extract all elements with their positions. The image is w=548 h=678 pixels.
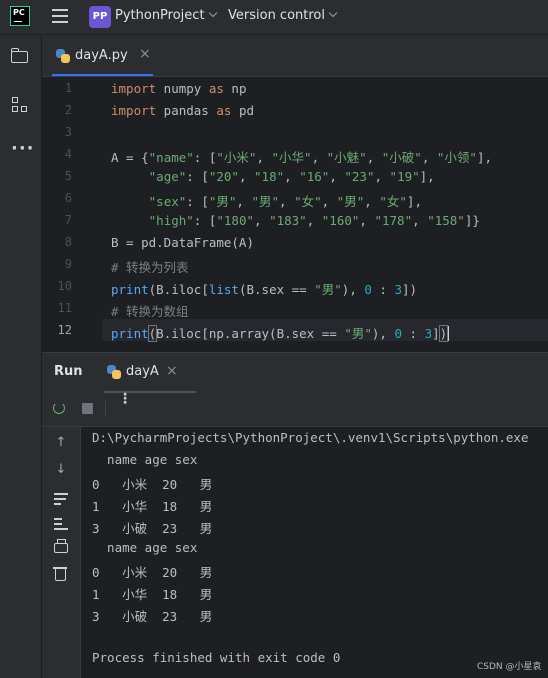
python-file-icon bbox=[56, 49, 70, 63]
console-line: name age sex bbox=[92, 540, 198, 555]
console-line: 1 小华 18 男 bbox=[92, 587, 213, 602]
line-number: 10 bbox=[57, 279, 72, 293]
line-number: 9 bbox=[64, 257, 72, 271]
line-number: 3 bbox=[64, 125, 72, 139]
line-number: 5 bbox=[64, 169, 72, 183]
code-line: # 转换为数组 bbox=[111, 304, 189, 319]
code-line-current: print(B.iloc[np.array(B.sex == "男"), 0 :… bbox=[111, 325, 449, 342]
main-menu-icon[interactable] bbox=[52, 9, 68, 23]
run-tab-dayA[interactable]: dayA × bbox=[104, 353, 196, 393]
up-arrow-icon[interactable]: ↑ bbox=[53, 435, 69, 450]
console-line: D:\PycharmProjects\PythonProject\.venv1\… bbox=[92, 430, 529, 445]
version-control-label: Version control bbox=[228, 8, 325, 23]
run-title: Run bbox=[54, 364, 83, 379]
console-line-exit: Process finished with exit code 0 bbox=[92, 650, 341, 665]
tab-filename: dayA.py bbox=[75, 48, 128, 63]
close-tab-icon[interactable]: × bbox=[139, 46, 151, 62]
close-run-tab-icon[interactable]: × bbox=[166, 363, 178, 379]
scroll-to-end-icon[interactable] bbox=[54, 518, 68, 530]
down-arrow-icon[interactable]: ↓ bbox=[53, 462, 69, 477]
console-line: name age sex bbox=[92, 452, 198, 467]
code-line: A = {"name": ["小米", "小华", "小魅", "小破", "小… bbox=[111, 150, 492, 165]
console-line: 0 小米 20 男 bbox=[92, 565, 213, 580]
console-line: 3 小破 23 男 bbox=[92, 521, 213, 536]
line-number: 7 bbox=[64, 213, 72, 227]
structure-icon[interactable] bbox=[11, 97, 30, 116]
text-caret bbox=[447, 326, 449, 341]
watermark: CSDN @小星袁 bbox=[477, 662, 542, 672]
line-number: 8 bbox=[64, 235, 72, 249]
code-line: B = pd.DataFrame(A) bbox=[111, 235, 254, 250]
line-number-current: 12 bbox=[57, 323, 72, 337]
run-toolbar: ⋮ bbox=[42, 392, 548, 427]
tab-dayA-py[interactable]: dayA.py × bbox=[52, 35, 153, 76]
line-number: 11 bbox=[57, 301, 72, 315]
line-number: 6 bbox=[64, 191, 72, 205]
project-badge[interactable]: PP bbox=[89, 6, 111, 28]
folder-icon[interactable] bbox=[11, 47, 30, 66]
line-number: 1 bbox=[64, 81, 72, 95]
project-selector[interactable]: PythonProject bbox=[115, 8, 217, 23]
console-side-toolbar: ↑ ↓ bbox=[42, 427, 81, 678]
code-line: print(B.iloc[list(B.sex == "男"), 0 : 3]) bbox=[111, 282, 418, 297]
console-line: 3 小破 23 男 bbox=[92, 609, 213, 624]
pycharm-logo-icon[interactable]: PC bbox=[10, 6, 30, 26]
logo-text: PC bbox=[13, 8, 25, 17]
code-line: # 转换为列表 bbox=[111, 260, 189, 275]
python-file-icon bbox=[107, 365, 121, 379]
code-line: import numpy as np bbox=[111, 81, 247, 96]
chevron-down-icon bbox=[208, 8, 217, 18]
line-number: 2 bbox=[64, 103, 72, 117]
toolbar-separator bbox=[105, 401, 106, 417]
stop-icon[interactable] bbox=[82, 403, 93, 414]
soft-wrap-icon[interactable] bbox=[54, 493, 68, 505]
run-tool-window-header: Run dayA × bbox=[42, 352, 548, 393]
more-options-icon[interactable]: ⋮ bbox=[118, 392, 132, 406]
title-bar: PC PP PythonProject Version control bbox=[0, 0, 548, 35]
chevron-down-icon bbox=[328, 8, 338, 18]
line-number-gutter: 1 2 3 4 5 6 7 8 9 10 11 12 bbox=[42, 77, 102, 343]
line-number: 4 bbox=[64, 147, 72, 161]
code-editor[interactable]: 1 2 3 4 5 6 7 8 9 10 11 12 import numpy … bbox=[42, 77, 548, 343]
run-tab-label: dayA bbox=[126, 364, 159, 379]
left-tool-strip: ··· bbox=[0, 35, 42, 678]
project-name: PythonProject bbox=[115, 8, 205, 23]
code-line: "high": ["180", "183", "160", "178", "15… bbox=[148, 213, 480, 228]
code-line: import pandas as pd bbox=[111, 103, 255, 118]
console-output[interactable]: D:\PycharmProjects\PythonProject\.venv1\… bbox=[81, 427, 548, 678]
trash-icon[interactable] bbox=[53, 567, 67, 581]
version-control-menu[interactable]: Version control bbox=[228, 8, 338, 23]
code-line: "age": ["20", "18", "16", "23", "19"], bbox=[148, 169, 435, 184]
console-line: 0 小米 20 男 bbox=[92, 477, 213, 492]
print-icon[interactable] bbox=[54, 539, 68, 553]
editor-tab-bar: dayA.py × bbox=[42, 35, 548, 77]
code-line: "sex": ["男", "男", "女", "男", "女"], bbox=[148, 194, 422, 209]
rerun-icon[interactable] bbox=[53, 402, 65, 414]
more-icon[interactable]: ··· bbox=[11, 139, 34, 158]
console-line: 1 小华 18 男 bbox=[92, 499, 213, 514]
